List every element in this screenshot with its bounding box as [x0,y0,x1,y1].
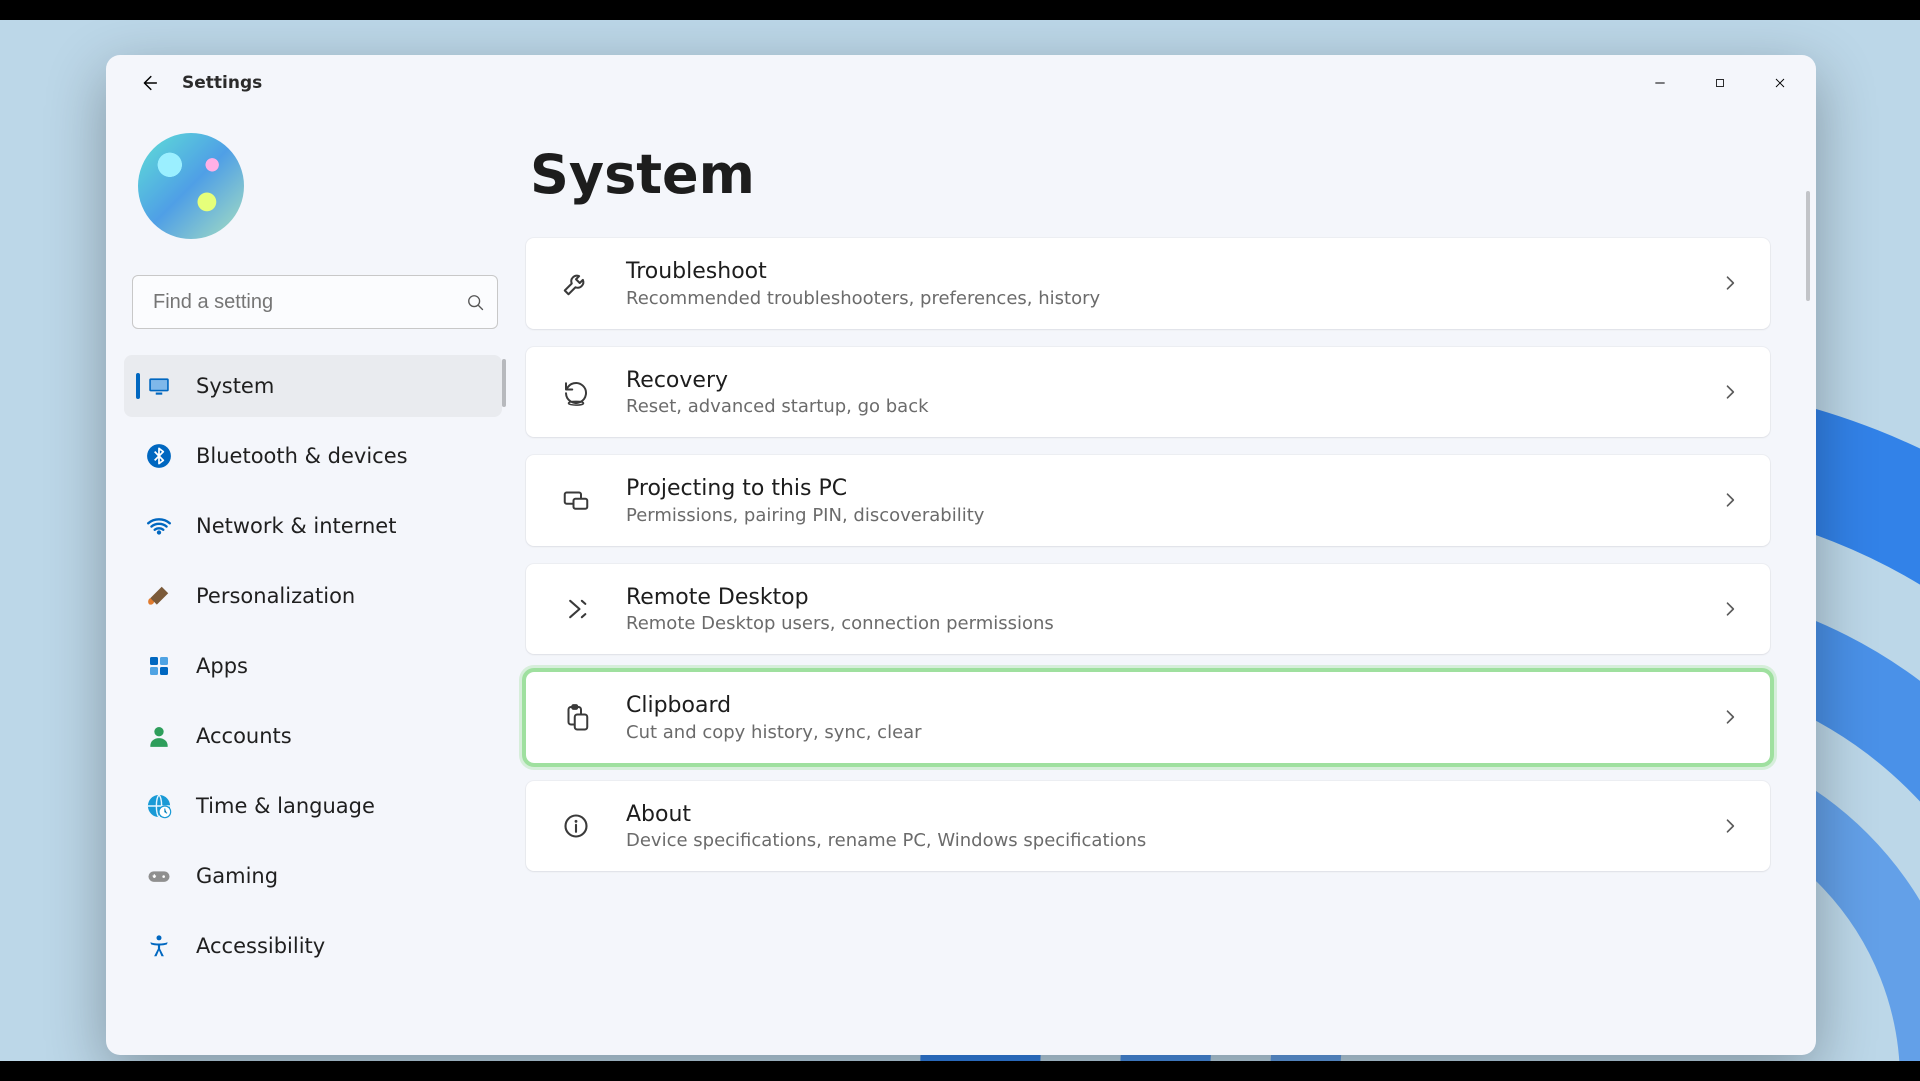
row-clipboard[interactable]: Clipboard Cut and copy history, sync, cl… [526,672,1770,763]
row-projecting[interactable]: Projecting to this PC Permissions, pairi… [526,455,1770,546]
row-title: Troubleshoot [626,258,1720,286]
paintbrush-icon [144,581,174,611]
sidebar: System Bluetooth & devices Network & int… [106,111,516,1055]
sidebar-item-network[interactable]: Network & internet [124,495,502,557]
back-button[interactable] [128,62,170,104]
sidebar-scrollbar[interactable] [502,359,506,407]
sidebar-item-label: Accounts [196,724,292,748]
settings-rows: Troubleshoot Recommended troubleshooters… [526,238,1770,871]
chevron-right-icon [1720,382,1740,402]
sidebar-item-accessibility[interactable]: Accessibility [124,915,502,977]
sidebar-item-label: System [196,374,274,398]
sidebar-item-system[interactable]: System [124,355,502,417]
chevron-right-icon [1720,490,1740,510]
sidebar-item-label: Apps [196,654,248,678]
row-title: Projecting to this PC [626,475,1720,503]
window-controls [1630,61,1810,105]
row-remote-desktop[interactable]: Remote Desktop Remote Desktop users, con… [526,564,1770,655]
sidebar-item-label: Bluetooth & devices [196,444,408,468]
row-subtitle: Recommended troubleshooters, preferences… [626,288,1720,309]
row-subtitle: Permissions, pairing PIN, discoverabilit… [626,505,1720,526]
settings-window: Settings System [106,55,1816,1055]
remote-icon [556,589,596,629]
row-subtitle: Device specifications, rename PC, Window… [626,830,1720,851]
sidebar-item-time-language[interactable]: Time & language [124,775,502,837]
row-troubleshoot[interactable]: Troubleshoot Recommended troubleshooters… [526,238,1770,329]
clipboard-icon [556,697,596,737]
window-title: Settings [182,73,262,93]
chevron-right-icon [1720,273,1740,293]
content-scrollbar[interactable] [1806,191,1810,301]
project-icon [556,480,596,520]
accessibility-icon [144,931,174,961]
globe-clock-icon [144,791,174,821]
bluetooth-icon [144,441,174,471]
sidebar-item-apps[interactable]: Apps [124,635,502,697]
chevron-right-icon [1720,707,1740,727]
row-title: Recovery [626,367,1720,395]
wrench-icon [556,263,596,303]
sidebar-item-label: Time & language [196,794,375,818]
sidebar-item-label: Network & internet [196,514,396,538]
page-heading: System [530,143,1770,206]
sidebar-item-bluetooth[interactable]: Bluetooth & devices [124,425,502,487]
row-subtitle: Reset, advanced startup, go back [626,396,1720,417]
nav: System Bluetooth & devices Network & int… [124,355,506,1045]
person-icon [144,721,174,751]
search-input[interactable] [151,290,465,315]
row-subtitle: Remote Desktop users, connection permiss… [626,613,1720,634]
row-title: Clipboard [626,692,1720,720]
sidebar-item-gaming[interactable]: Gaming [124,845,502,907]
row-title: About [626,801,1720,829]
content: System Troubleshoot Recommended troubles… [516,111,1816,1055]
minimize-button[interactable] [1630,61,1690,105]
sidebar-item-personalization[interactable]: Personalization [124,565,502,627]
apps-icon [144,651,174,681]
chevron-right-icon [1720,816,1740,836]
recovery-icon [556,372,596,412]
sidebar-item-label: Accessibility [196,934,325,958]
wifi-icon [144,511,174,541]
display-icon [144,371,174,401]
sidebar-item-label: Gaming [196,864,278,888]
user-avatar[interactable] [138,133,244,239]
search-icon [465,292,485,312]
sidebar-item-label: Personalization [196,584,355,608]
row-subtitle: Cut and copy history, sync, clear [626,722,1720,743]
chevron-right-icon [1720,599,1740,619]
titlebar: Settings [106,55,1816,111]
row-recovery[interactable]: Recovery Reset, advanced startup, go bac… [526,347,1770,438]
search-box[interactable] [132,275,498,329]
maximize-button[interactable] [1690,61,1750,105]
info-icon [556,806,596,846]
close-button[interactable] [1750,61,1810,105]
row-title: Remote Desktop [626,584,1720,612]
gamepad-icon [144,861,174,891]
sidebar-item-accounts[interactable]: Accounts [124,705,502,767]
row-about[interactable]: About Device specifications, rename PC, … [526,781,1770,872]
